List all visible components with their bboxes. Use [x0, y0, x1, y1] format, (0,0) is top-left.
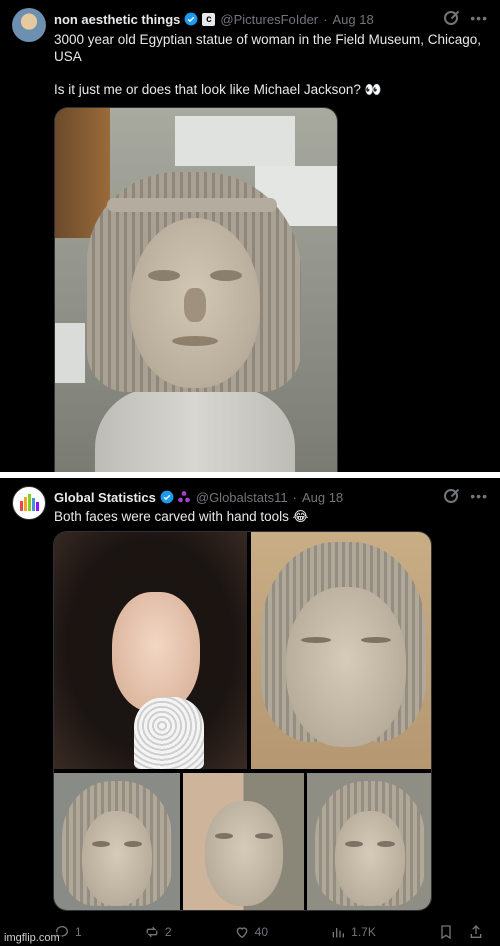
separator-dot: · — [323, 11, 328, 27]
photo-statue-closeup — [251, 532, 431, 769]
statue-face — [82, 811, 152, 906]
face — [112, 592, 200, 712]
statue-eye — [361, 637, 391, 643]
author-handle[interactable]: @Globalstats11 — [196, 490, 288, 505]
statue-face — [335, 811, 405, 906]
grok-icon[interactable] — [444, 11, 459, 25]
tweet-photo-statue[interactable] — [54, 107, 338, 472]
statue-eye — [301, 637, 331, 643]
face-eye — [255, 833, 273, 839]
split-face — [205, 801, 283, 906]
statue-face — [286, 587, 406, 747]
info-placard — [55, 323, 85, 383]
statue-eye — [210, 270, 242, 281]
verified-check-icon — [160, 490, 174, 504]
grok-icon[interactable] — [444, 489, 459, 503]
tweet-actions: 1 2 40 1.7K — [54, 922, 484, 942]
info-placard — [175, 116, 295, 166]
repost-button[interactable]: 2 — [144, 924, 172, 940]
photo-michael-jackson — [54, 532, 247, 769]
face-eye — [215, 833, 233, 839]
author-name[interactable]: Global Statistics — [54, 490, 156, 505]
author-handle[interactable]: @PicturesFoIder — [220, 12, 318, 27]
imgflip-watermark: imgflip.com — [2, 932, 62, 944]
photo-statue-front — [54, 773, 180, 910]
like-button[interactable]: 40 — [234, 924, 268, 940]
author-name[interactable]: non aesthetic things — [54, 12, 180, 27]
author-avatar[interactable] — [12, 486, 46, 520]
tweet-date[interactable]: Aug 18 — [302, 490, 343, 505]
tweet-header: non aesthetic things c @PicturesFoIder ·… — [54, 10, 488, 28]
more-icon[interactable]: ••• — [470, 488, 488, 504]
statue-mouth — [172, 336, 218, 346]
separator-dot: · — [292, 489, 297, 505]
community-badge-icon: c — [202, 12, 216, 26]
statue-eye — [92, 841, 110, 847]
view-count: 1.7K — [351, 925, 376, 939]
sequin-glove — [134, 697, 204, 769]
statue-face — [130, 218, 260, 388]
photo-split-face — [183, 773, 304, 910]
verified-check-icon — [184, 12, 198, 26]
tweet-text: Both faces were carved with hand tools 😂 — [54, 509, 309, 524]
tweet-2[interactable]: Global Statistics @Globalstats11 · Aug 1… — [0, 478, 500, 946]
heart-icon — [236, 927, 247, 939]
more-icon[interactable]: ••• — [470, 10, 488, 26]
tweet-header: Global Statistics @Globalstats11 · Aug 1… — [54, 488, 488, 506]
reply-count: 1 — [75, 925, 82, 939]
tweet-1[interactable]: non aesthetic things c @PicturesFoIder ·… — [0, 0, 500, 472]
repost-icon — [146, 926, 158, 938]
statue-nose — [184, 288, 206, 322]
bar-chart-logo-icon — [20, 494, 39, 511]
statue-eye — [345, 841, 363, 847]
share-icon[interactable] — [468, 924, 484, 940]
tweet-photo-collage[interactable] — [53, 531, 432, 911]
like-count: 40 — [254, 925, 269, 939]
views-button[interactable]: 1.7K — [330, 924, 376, 940]
tweet-text-line1: 3000 year old Egyptian statue of woman i… — [54, 32, 481, 64]
analytics-icon — [332, 928, 345, 938]
statue-eye — [148, 270, 180, 281]
statue-headband — [107, 198, 277, 212]
statue-body — [95, 388, 295, 472]
statue-eye — [377, 841, 395, 847]
photo-statue-overlay — [307, 773, 431, 910]
author-avatar[interactable] — [12, 8, 46, 42]
affiliate-icon — [178, 491, 190, 503]
repost-count: 2 — [164, 925, 172, 939]
statue-eye — [124, 841, 142, 847]
tweet-text-line2: Is it just me or does that look like Mic… — [54, 82, 382, 97]
tweet-date[interactable]: Aug 18 — [332, 12, 373, 27]
bookmark-icon[interactable] — [438, 924, 454, 940]
